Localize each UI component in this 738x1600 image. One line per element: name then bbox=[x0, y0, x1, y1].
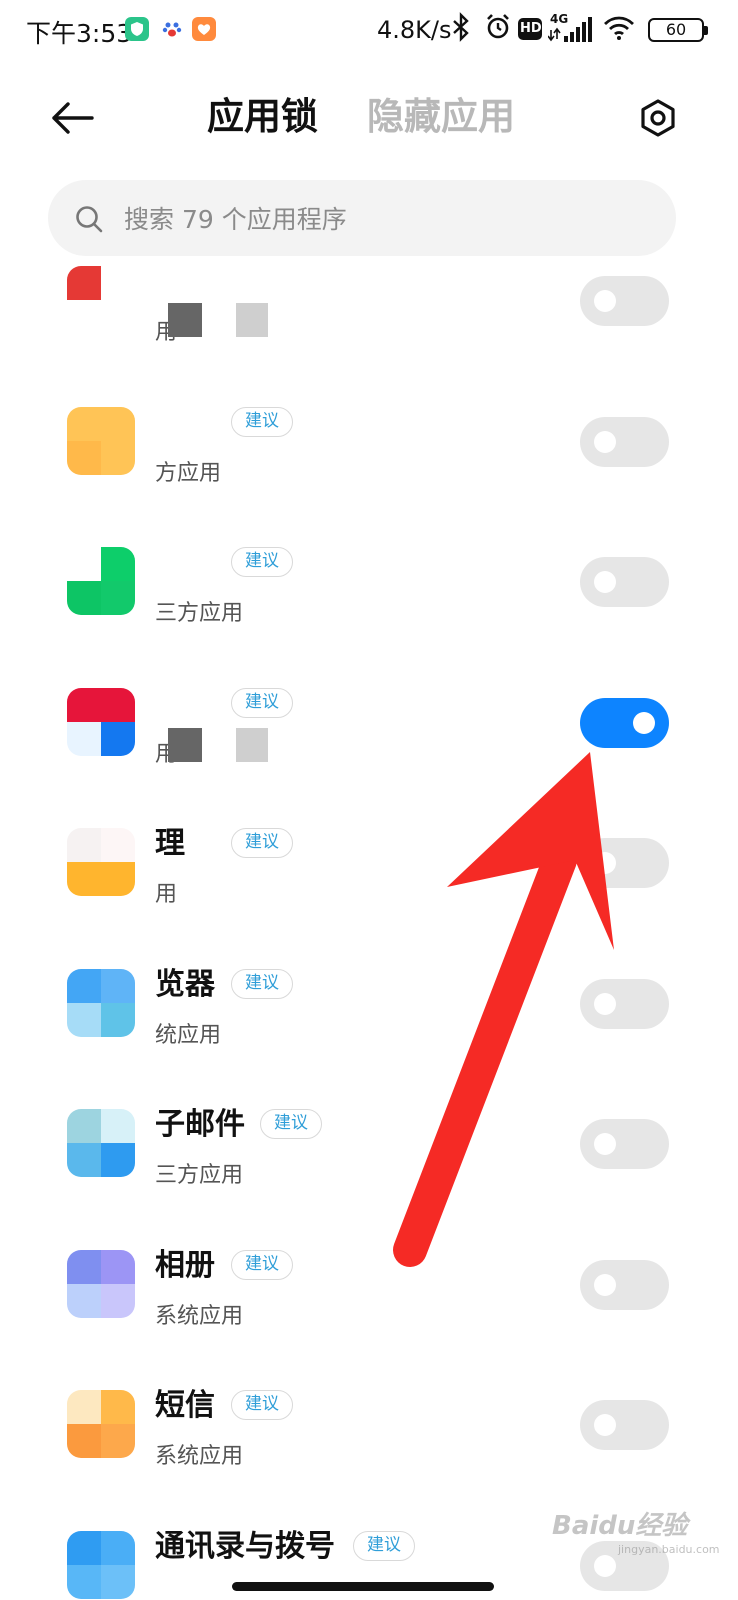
toggle-knob bbox=[594, 852, 616, 874]
app-category: 系统应用 bbox=[155, 1444, 244, 1469]
app-category: 三方应用 bbox=[155, 601, 244, 626]
app-category: 用 bbox=[155, 882, 178, 907]
watermark-logo: Baidu经验 bbox=[552, 1511, 688, 1541]
signal-icon bbox=[547, 12, 596, 56]
toggle-knob bbox=[594, 992, 616, 1015]
toggle-knob bbox=[594, 1273, 616, 1296]
toggle-knob bbox=[594, 430, 616, 453]
app-icon bbox=[67, 828, 135, 896]
lock-toggle[interactable] bbox=[580, 1119, 669, 1169]
app-icon bbox=[67, 1530, 135, 1599]
app-name: 览器 bbox=[155, 966, 215, 1002]
toggle-knob bbox=[594, 571, 616, 593]
settings-hexagon-icon bbox=[641, 99, 675, 137]
app-icon bbox=[67, 687, 135, 756]
suggest-badge: 建议 bbox=[231, 1390, 293, 1420]
suggest-badge: 建议 bbox=[353, 1530, 415, 1561]
suggest-badge: 建议 bbox=[231, 828, 293, 858]
back-button[interactable] bbox=[48, 96, 100, 140]
alarm-icon bbox=[484, 12, 512, 52]
search-input[interactable]: 搜索 79 个应用程序 bbox=[48, 180, 676, 256]
app-name: 通讯录与拨号 bbox=[155, 1528, 335, 1564]
lock-toggle[interactable] bbox=[580, 697, 669, 748]
app-category: 统应用 bbox=[155, 1022, 222, 1048]
tab-app-lock[interactable]: 应用锁 bbox=[207, 86, 318, 140]
app-row: 子邮件三方应用 建议 bbox=[0, 1053, 738, 1193]
app-row: 用 bbox=[0, 262, 738, 350]
privacy-mosaic bbox=[168, 727, 268, 762]
tab-hidden-apps[interactable]: 隐藏应用 bbox=[367, 86, 515, 140]
app-icon bbox=[67, 968, 135, 1037]
app-name: 子邮件 bbox=[155, 1107, 245, 1142]
suggest-badge: 建议 bbox=[231, 406, 293, 437]
lock-toggle[interactable] bbox=[580, 1400, 669, 1450]
lock-toggle[interactable] bbox=[580, 276, 669, 326]
lock-toggle[interactable] bbox=[580, 978, 669, 1029]
app-category: 系统应用 bbox=[155, 1303, 244, 1329]
wifi-icon bbox=[602, 12, 636, 54]
app-category: 方应用 bbox=[155, 460, 222, 486]
app-name: 相册 bbox=[155, 1247, 215, 1283]
suggest-badge: 建议 bbox=[231, 1249, 293, 1280]
status-time: 下午3:53 bbox=[26, 19, 133, 48]
search-icon bbox=[76, 206, 103, 233]
app-row: 用建议 bbox=[0, 632, 738, 772]
toggle-knob bbox=[594, 1133, 616, 1155]
back-arrow-icon bbox=[52, 102, 94, 134]
app-icon bbox=[67, 266, 135, 334]
app-row: 三方应用 建议 bbox=[0, 491, 738, 631]
toggle-knob bbox=[594, 1414, 616, 1436]
app-row: 览器统应用 建议 bbox=[0, 913, 738, 1053]
home-indicator[interactable] bbox=[232, 1582, 494, 1591]
app-row: 方应用 建议 bbox=[0, 351, 738, 491]
app-category: 三方应用 bbox=[155, 1163, 244, 1188]
watermark-url: jingyan.baidu.com bbox=[618, 1543, 720, 1556]
privacy-mosaic bbox=[168, 303, 268, 337]
app-row: 短信系统应用 建议 bbox=[0, 1334, 738, 1474]
lock-toggle[interactable] bbox=[580, 557, 669, 607]
app-row: 理用 建议 bbox=[0, 772, 738, 912]
app-icon bbox=[67, 1249, 135, 1318]
network-speed: 4.8K/s bbox=[377, 16, 452, 44]
suggest-badge: 建议 bbox=[231, 547, 293, 577]
toggle-knob bbox=[594, 290, 616, 312]
paw-app-icon bbox=[160, 17, 184, 41]
app-name: 短信 bbox=[155, 1388, 215, 1423]
bluetooth-icon bbox=[450, 12, 472, 52]
app-name: 理 bbox=[155, 826, 185, 861]
suggest-badge: 建议 bbox=[260, 1109, 322, 1139]
settings-button[interactable] bbox=[638, 98, 678, 138]
suggest-badge: 建议 bbox=[231, 687, 293, 718]
app-icon bbox=[67, 1390, 135, 1458]
heart-app-icon bbox=[192, 17, 216, 41]
search-placeholder: 搜索 79 个应用程序 bbox=[124, 205, 347, 234]
toggle-knob bbox=[594, 1554, 616, 1577]
status-bar: 下午3:53 4.8K/s HD 4G 60 bbox=[0, 0, 738, 62]
shield-app-icon bbox=[125, 17, 149, 41]
app-icon bbox=[67, 547, 135, 615]
app-list: 用方应用 建议 三方应用 建议用建议理用建议 览器 统应用 建议 子邮件 三方应用 建议 相册 系统应… bbox=[0, 262, 738, 1600]
app-icon bbox=[67, 1109, 135, 1177]
lock-toggle[interactable] bbox=[580, 1259, 669, 1310]
toggle-knob bbox=[633, 711, 655, 734]
app-row: 相册系统应用 建议 bbox=[0, 1194, 738, 1334]
lock-toggle[interactable] bbox=[580, 416, 669, 467]
battery-icon: 60 bbox=[648, 18, 708, 42]
suggest-badge: 建议 bbox=[231, 968, 293, 999]
lock-toggle[interactable] bbox=[580, 838, 669, 888]
app-icon bbox=[67, 406, 135, 475]
hd-icon: HD bbox=[518, 18, 542, 40]
